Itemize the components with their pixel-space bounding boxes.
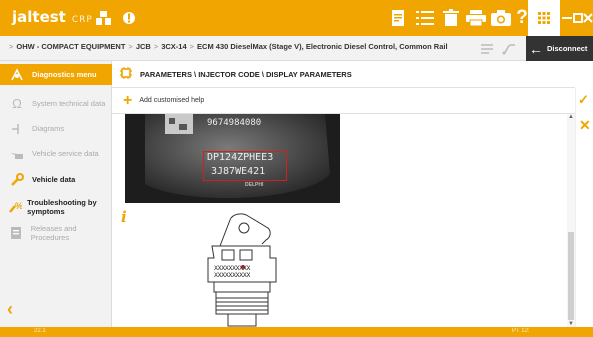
wrench-icon xyxy=(6,172,28,187)
sidebar-item-label: Vehicle service data xyxy=(32,149,99,158)
sidebar-item-releases-and-procedures[interactable]: Releases and Procedures xyxy=(0,221,112,245)
svg-text:%: % xyxy=(15,201,22,211)
sidebar-item-label: Vehicle data xyxy=(32,175,76,184)
breadcrumb-chevron-icon: > xyxy=(128,42,133,51)
warning-icon[interactable] xyxy=(118,7,140,29)
sidebar-item-label: System technical data xyxy=(32,98,106,108)
scroll-thumb[interactable] xyxy=(568,232,574,320)
camera-icon[interactable] xyxy=(490,7,512,29)
sidebar-item-diagrams[interactable]: Diagrams xyxy=(0,118,112,139)
photo-brand: DELPHI xyxy=(245,182,264,188)
company-icon[interactable] xyxy=(93,7,115,29)
cancel-x-icon[interactable]: ✕ xyxy=(579,117,591,134)
breadcrumb-item[interactable]: OHW - COMPACT EQUIPMENT xyxy=(16,42,125,51)
sidebar-item-system-technical-data[interactable]: Ω System technical data xyxy=(0,91,112,115)
content-scrollbar[interactable]: ▲ ▼ xyxy=(567,114,575,327)
apps-grid-button[interactable] xyxy=(528,0,560,36)
breadcrumb-chevron-icon: > xyxy=(153,42,159,51)
breadcrumb-item[interactable]: JCB xyxy=(136,42,151,51)
plus-icon: + xyxy=(123,91,133,109)
sidebar-item-diagnostics-menu[interactable]: Diagnostics menu xyxy=(0,64,112,85)
breadcrumb-bar: > OHW - COMPACT EQUIPMENT > JCB >3CX-14 > ECM … xyxy=(0,36,593,61)
diagnostics-icon xyxy=(6,67,28,82)
add-help-label: Add customised help xyxy=(139,97,205,104)
maximize-icon[interactable] xyxy=(573,7,583,29)
sidebar: Diagnostics menu Ω System technical data… xyxy=(0,61,112,327)
breadcrumb-item[interactable]: 3CX-14 xyxy=(161,42,186,51)
trash-icon[interactable] xyxy=(440,7,462,29)
scroll-up-icon[interactable]: ▲ xyxy=(567,114,575,120)
photo-code-line-1: 9674984080 xyxy=(207,118,262,128)
sidebar-item-label: Troubleshooting by symptoms xyxy=(27,198,97,216)
injector-photo: 9674984080 DP124ZPHEE3 3J87WE421 DELPHI xyxy=(125,114,340,203)
arrow-left-icon: ← xyxy=(529,40,543,57)
photo-code-line-3: 3J87WE421 xyxy=(211,166,266,177)
page-header: PARAMETERS \ INJECTOR CODE \ DISPLAY PAR… xyxy=(112,61,575,88)
page-title: PARAMETERS \ INJECTOR CODE \ DISPLAY PAR… xyxy=(140,69,352,79)
minimize-icon[interactable] xyxy=(562,7,572,29)
diagram-code-line-2: XXXXXXXXXX xyxy=(214,271,251,279)
logo-text: jaltest xyxy=(12,8,66,26)
version-label: 22.1 xyxy=(34,328,46,334)
breadcrumb: > OHW - COMPACT EQUIPMENT > JCB >3CX-14 > ECM … xyxy=(6,42,448,51)
add-help-row[interactable]: + Add customised help xyxy=(112,88,575,114)
sidebar-item-label: Releases and Procedures xyxy=(30,224,77,242)
breadcrumb-chevron-icon: > xyxy=(9,42,14,51)
confirm-check-icon[interactable]: ✓ xyxy=(578,92,589,108)
breadcrumb-chevron-icon: > xyxy=(189,42,195,51)
list-icon[interactable] xyxy=(414,7,436,29)
oil-can-icon xyxy=(6,148,28,160)
breadcrumb-item[interactable]: ECM 430 DieselMax (Stage V), Electronic … xyxy=(197,42,447,51)
help-content: 9674984080 DP124ZPHEE3 3J87WE421 DELPHI … xyxy=(112,114,567,327)
printer-icon[interactable] xyxy=(465,7,487,29)
injector-diagram: XXXXXXXXXX XXXXXXXXXX xyxy=(202,206,282,327)
sidebar-item-label: Diagnostics menu xyxy=(32,70,97,79)
status-right: PT 12: xyxy=(512,328,530,334)
apps-grid-icon xyxy=(528,0,560,36)
sidebar-item-vehicle-service-data[interactable]: Vehicle service data xyxy=(0,143,112,164)
chip-icon xyxy=(120,66,132,82)
cable-icon[interactable] xyxy=(500,40,518,58)
info-icon: i xyxy=(121,208,127,226)
omega-icon: Ω xyxy=(12,95,22,111)
troubleshooting-icon: % xyxy=(6,200,23,214)
disconnect-button[interactable]: ← Disconnect xyxy=(526,36,593,61)
app-logo: jaltest CRP xyxy=(12,8,93,26)
test-icon[interactable] xyxy=(478,40,496,58)
status-bar: 22.1 PT 12: xyxy=(0,327,593,337)
logo-sub: CRP xyxy=(71,15,93,25)
back-chevron-icon[interactable]: ‹ xyxy=(7,299,13,320)
photo-code-line-2: DP124ZPHEE3 xyxy=(207,152,274,163)
sidebar-item-label: Diagrams xyxy=(32,124,65,133)
releases-icon xyxy=(6,226,27,240)
top-bar: jaltest CRP ? xyxy=(0,0,593,36)
document-icon[interactable] xyxy=(387,7,409,29)
close-icon[interactable] xyxy=(583,7,593,29)
diagram-icon xyxy=(6,122,28,136)
disconnect-label: Disconnect xyxy=(547,44,588,53)
sidebar-item-vehicle-data[interactable]: Vehicle data xyxy=(0,169,112,190)
sidebar-item-troubleshooting[interactable]: % Troubleshooting by symptoms xyxy=(0,195,112,219)
